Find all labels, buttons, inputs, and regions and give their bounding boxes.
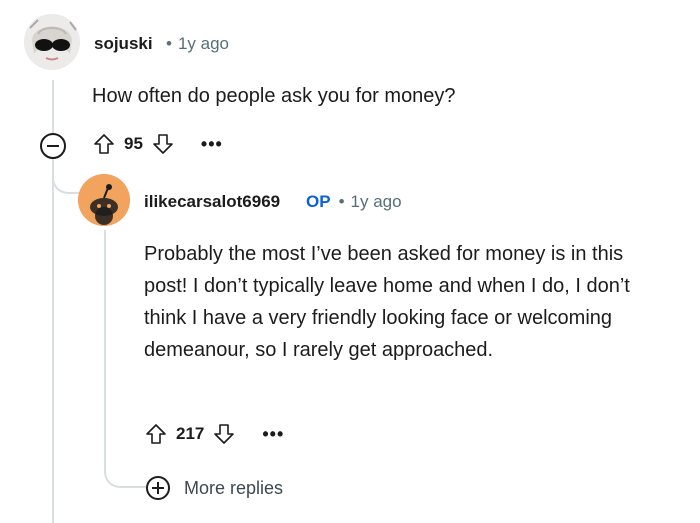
more-replies-label: More replies xyxy=(184,477,284,498)
reply-score: 217 xyxy=(176,424,205,443)
thread-elbow-reply xyxy=(52,156,80,194)
more-replies-button[interactable]: More replies xyxy=(146,476,283,500)
collapse-thread-button[interactable] xyxy=(40,133,66,159)
downvote-icon[interactable] xyxy=(151,132,175,156)
thread-elbow-more-replies xyxy=(104,460,146,488)
upvote-icon[interactable] xyxy=(144,422,168,446)
comment-username[interactable]: sojuski xyxy=(94,34,153,54)
comment-actions: 95 ••• xyxy=(92,132,223,156)
reply-meta: OP • 1y ago xyxy=(300,192,402,212)
reply-username[interactable]: ilikecarsalot6969 xyxy=(144,192,280,212)
separator-dot: • xyxy=(338,192,345,211)
comment-meta: • 1y ago xyxy=(158,34,229,54)
reply-avatar[interactable] xyxy=(78,174,130,226)
snoo-avatar-icon xyxy=(78,174,130,226)
more-options-button[interactable]: ••• xyxy=(262,425,284,443)
anime-avatar-icon xyxy=(24,14,80,70)
op-badge: OP xyxy=(306,192,331,211)
downvote-icon[interactable] xyxy=(212,422,236,446)
upvote-icon[interactable] xyxy=(92,132,116,156)
comment-age: 1y ago xyxy=(177,34,229,53)
comment-score: 95 xyxy=(124,134,143,153)
comment-body: How often do people ask you for money? xyxy=(92,85,456,107)
separator-dot: • xyxy=(166,34,172,53)
reply-age: 1y ago xyxy=(350,192,402,211)
plus-circle-icon xyxy=(146,476,170,500)
thread-line-reply xyxy=(104,230,106,470)
more-options-button[interactable]: ••• xyxy=(201,135,223,153)
reply-actions: 217 ••• xyxy=(144,422,284,446)
reply-body: Probably the most I’ve been asked for mo… xyxy=(144,243,630,361)
avatar[interactable] xyxy=(24,14,80,70)
